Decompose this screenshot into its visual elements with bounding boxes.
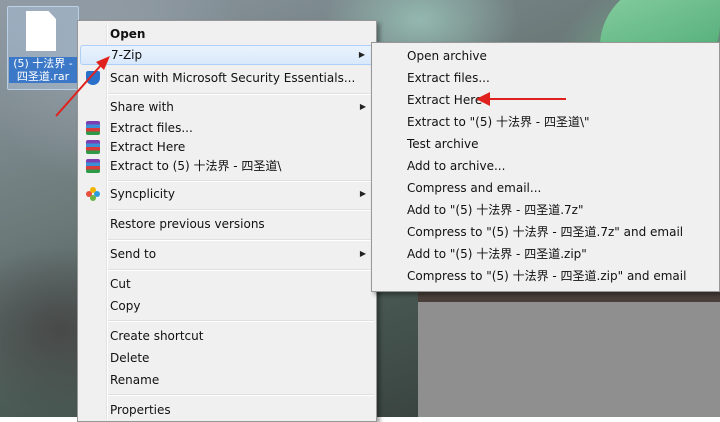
submenu-item-label: Extract Here — [407, 93, 483, 107]
menu-item-label: Rename — [110, 373, 160, 387]
7zip-submenu: Open archive Extract files... Extract He… — [371, 42, 720, 292]
submenu-item-open-archive[interactable]: Open archive — [374, 46, 717, 66]
menu-item-label: Scan with Microsoft Security Essentials.… — [110, 71, 356, 85]
submenu-item-label: Test archive — [407, 137, 479, 151]
submenu-item-add-7z[interactable]: Add to "(5) 十法界 - 四圣道.7z" — [374, 200, 717, 220]
menu-item-cut[interactable]: Cut — [80, 274, 374, 294]
menu-item-label: Share with — [110, 100, 174, 114]
menu-item-open[interactable]: Open — [80, 24, 374, 44]
submenu-item-compress-7z-email[interactable]: Compress to "(5) 十法界 - 四圣道.7z" and email — [374, 222, 717, 242]
submenu-item-compress-email[interactable]: Compress and email... — [374, 178, 717, 198]
rar-file-icon[interactable]: (5) 十法界 - 四圣道.rar — [7, 6, 79, 90]
menu-item-7zip[interactable]: 7-Zip ▶ — [80, 45, 374, 65]
submenu-item-label: Open archive — [407, 49, 487, 63]
file-page-icon — [26, 11, 56, 51]
submenu-item-add-to-archive[interactable]: Add to archive... — [374, 156, 717, 176]
menu-item-label: Copy — [110, 299, 141, 313]
menu-item-label: Restore previous versions — [110, 217, 265, 231]
submenu-arrow-icon: ▶ — [359, 249, 366, 258]
menu-item-label: Cut — [110, 277, 131, 291]
menu-item-label: Properties — [110, 403, 171, 417]
submenu-item-label: Extract files... — [407, 71, 490, 85]
menu-item-delete[interactable]: Delete — [80, 348, 374, 368]
submenu-item-extract-to[interactable]: Extract to "(5) 十法界 - 四圣道\" — [374, 112, 717, 132]
menu-item-label: Send to — [110, 247, 157, 261]
submenu-item-test-archive[interactable]: Test archive — [374, 134, 717, 154]
submenu-item-label: Add to "(5) 十法界 - 四圣道.7z" — [407, 203, 584, 217]
submenu-item-extract-here[interactable]: Extract Here — [374, 90, 717, 110]
menu-item-copy[interactable]: Copy — [80, 296, 374, 316]
submenu-item-add-zip[interactable]: Add to "(5) 十法界 - 四圣道.zip" — [374, 244, 717, 264]
file-name-label: (5) 十法界 - 四圣道.rar — [9, 57, 77, 83]
menu-item-restore-versions[interactable]: Restore previous versions — [80, 214, 374, 234]
submenu-item-extract-files[interactable]: Extract files... — [374, 68, 717, 88]
submenu-arrow-icon: ▶ — [359, 102, 366, 111]
menu-separator — [108, 209, 374, 211]
menu-item-label: Create shortcut — [110, 329, 204, 343]
menu-item-send-to[interactable]: Send to ▶ — [80, 244, 374, 264]
menu-item-extract-to[interactable]: Extract to (5) 十法界 - 四圣道\ — [80, 156, 374, 176]
menu-item-label: Open — [110, 27, 146, 41]
menu-separator — [108, 320, 374, 322]
menu-item-label: Syncplicity — [110, 187, 175, 201]
menu-item-label: Delete — [110, 351, 150, 365]
submenu-item-label: Add to "(5) 十法界 - 四圣道.zip" — [407, 247, 587, 261]
submenu-item-compress-zip-email[interactable]: Compress to "(5) 十法界 - 四圣道.zip" and emai… — [374, 266, 717, 286]
menu-separator — [108, 93, 374, 95]
submenu-item-label: Extract to "(5) 十法界 - 四圣道\" — [407, 115, 590, 129]
submenu-item-label: Add to archive... — [407, 159, 506, 173]
menu-item-share-with[interactable]: Share with ▶ — [80, 97, 374, 117]
menu-item-extract-here[interactable]: Extract Here — [80, 137, 374, 157]
menu-separator — [108, 239, 374, 241]
submenu-arrow-icon: ▶ — [359, 189, 366, 198]
menu-item-label: Extract to (5) 十法界 - 四圣道\ — [110, 159, 282, 173]
winrar-icon — [86, 121, 100, 135]
menu-item-label: Extract Here — [110, 140, 186, 154]
menu-item-properties[interactable]: Properties — [80, 400, 374, 420]
submenu-item-label: Compress and email... — [407, 181, 542, 195]
menu-item-create-shortcut[interactable]: Create shortcut — [80, 326, 374, 346]
menu-item-syncplicity[interactable]: Syncplicity ▶ — [80, 184, 374, 204]
menu-item-label: 7-Zip — [111, 48, 143, 62]
shield-icon — [86, 71, 100, 85]
context-menu: Open 7-Zip ▶ Scan with Microsoft Security… — [77, 20, 377, 422]
submenu-item-label: Compress to "(5) 十法界 - 四圣道.zip" and emai… — [407, 269, 687, 283]
submenu-arrow-icon: ▶ — [358, 50, 365, 59]
menu-separator — [108, 180, 374, 182]
submenu-item-label: Compress to "(5) 十法界 - 四圣道.7z" and email — [407, 225, 684, 239]
background-window — [418, 302, 720, 417]
menu-separator — [108, 269, 374, 271]
menu-item-extract-files[interactable]: Extract files... — [80, 118, 374, 138]
winrar-icon — [86, 140, 100, 154]
winrar-icon — [86, 159, 100, 173]
menu-separator — [108, 394, 374, 396]
menu-item-rename[interactable]: Rename — [80, 370, 374, 390]
menu-item-label: Extract files... — [110, 121, 193, 135]
menu-item-scan-mse[interactable]: Scan with Microsoft Security Essentials.… — [80, 68, 374, 88]
syncplicity-icon — [86, 187, 100, 201]
